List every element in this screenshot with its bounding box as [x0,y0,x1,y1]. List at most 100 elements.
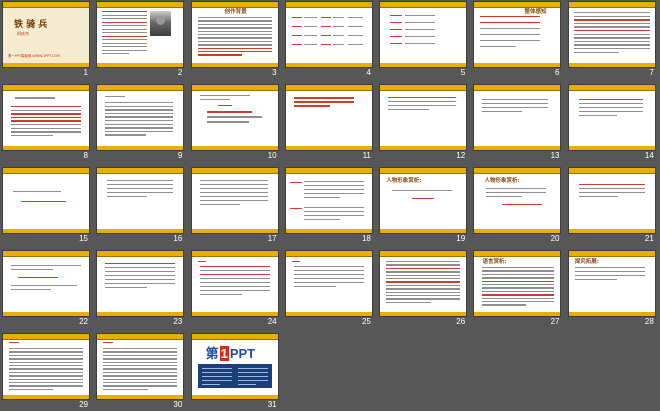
slide-thumbnail-6[interactable]: 整体感知 [474,2,561,67]
slide-thumbnail-3[interactable]: 创作背景 [191,2,278,67]
text-line [573,37,650,39]
text-line [21,201,66,203]
text-line [197,20,272,22]
slide-thumbnail-8[interactable] [3,85,89,150]
text-line [199,294,242,296]
cover-title: 铁 骑 兵 [14,20,48,30]
slide-thumbnail-20[interactable]: 人物形象赏析: [474,168,561,233]
slide-thumbnail-25[interactable] [285,251,372,316]
slide-cell: 22 [3,251,89,327]
text-line [11,269,53,271]
slide-thumbnail-21[interactable] [568,168,655,233]
slide-thumbnail-12[interactable] [380,85,467,150]
slide-thumbnail-30[interactable] [97,334,184,399]
text-line [11,134,53,137]
text-line [412,198,435,200]
slide-thumbnail-7[interactable] [568,2,655,67]
text-line [199,274,270,276]
text-line [480,22,541,24]
slide-cell: 整体感知 6 [474,2,561,78]
text-line [293,278,364,280]
slide-bottom-band [191,395,278,399]
slide-thumbnail-4[interactable] [285,2,372,67]
slide-number: 4 [366,68,371,77]
text-line [199,278,270,280]
slide-top-band [3,251,89,257]
text-line [574,275,645,277]
slide-thumbnail-2[interactable] [97,2,184,67]
slide-thumbnail-28[interactable]: 探究拓展: [568,251,655,316]
text-line [9,382,83,384]
text-line [11,120,81,122]
text-line [388,101,457,103]
slide-thumbnail-31[interactable]: 第 1 PPT [191,334,278,399]
text-line [480,16,541,18]
text-line [291,17,302,19]
slide-bottom-band [3,312,89,316]
text-line [347,17,363,19]
slide-cell: 13 [474,85,561,161]
slide-thumbnail-15[interactable] [3,168,89,233]
text-line [578,196,619,198]
text-line [102,49,148,51]
slide-number: 25 [361,317,371,326]
text-line [105,130,174,133]
text-line [103,375,178,377]
slide-cell: 2 [97,2,184,78]
slide-thumbnail-26[interactable] [380,251,467,316]
text-line [332,35,344,37]
slide-bottom-band [97,229,184,233]
slide-bottom-band [191,229,278,233]
text-line [386,301,431,304]
slide-bottom-band [97,63,184,67]
slide-top-band [97,251,184,257]
slide-bottom-band [568,63,655,67]
slide-top-band [97,85,184,91]
slide-thumbnail-1[interactable]: 铁 骑 兵邢庆杰 第一PPT模板网-WWW.1PPT.COM [3,2,89,67]
text-line [347,35,363,37]
text-line [388,105,457,107]
slide-cell: 9 [97,85,184,161]
slide-bottom-band [380,146,467,150]
slide-thumbnail-10[interactable] [191,85,278,150]
slide-top-band [380,2,467,8]
slide-top-band [568,85,655,91]
slide-thumbnail-14[interactable] [568,85,655,150]
text-line [482,290,555,293]
slide-number: 2 [177,68,183,77]
slide-top-band [191,251,278,257]
slide-thumbnail-23[interactable] [97,251,184,316]
text-line [293,101,354,104]
text-line [386,298,461,300]
text-line [386,274,461,276]
text-line [103,365,178,367]
slide-thumbnail-18[interactable] [285,168,372,233]
slide-top-band [3,168,89,174]
slide-thumbnail-24[interactable] [191,251,278,316]
slide-thumbnail-5[interactable] [380,2,467,67]
slide-thumbnail-27[interactable]: 语言赏析: [474,251,561,316]
slide-number: 16 [173,234,183,243]
slide-thumbnail-11[interactable] [285,85,372,150]
text-line [332,17,344,19]
text-line [105,134,147,136]
slide-thumbnail-13[interactable] [474,85,561,150]
slide-thumbnail-9[interactable] [97,85,184,150]
text-line [390,43,403,45]
slide-top-band [3,2,89,8]
slide-number: 18 [361,234,371,243]
text-line [197,37,272,39]
text-line [199,184,268,186]
slide-thumbnail-17[interactable] [191,168,278,233]
slide-thumbnail-16[interactable] [97,168,184,233]
slide-thumbnail-29[interactable] [3,334,89,399]
slide-thumbnail-22[interactable] [3,251,89,316]
text-line [206,121,249,124]
text-line [405,15,436,17]
text-line [573,40,650,43]
slide-thumbnail-19[interactable]: 人物形象赏析: [380,168,467,233]
text-line [303,189,364,191]
slide-top-band [285,251,372,257]
text-line [206,111,252,114]
text-line [303,211,364,213]
